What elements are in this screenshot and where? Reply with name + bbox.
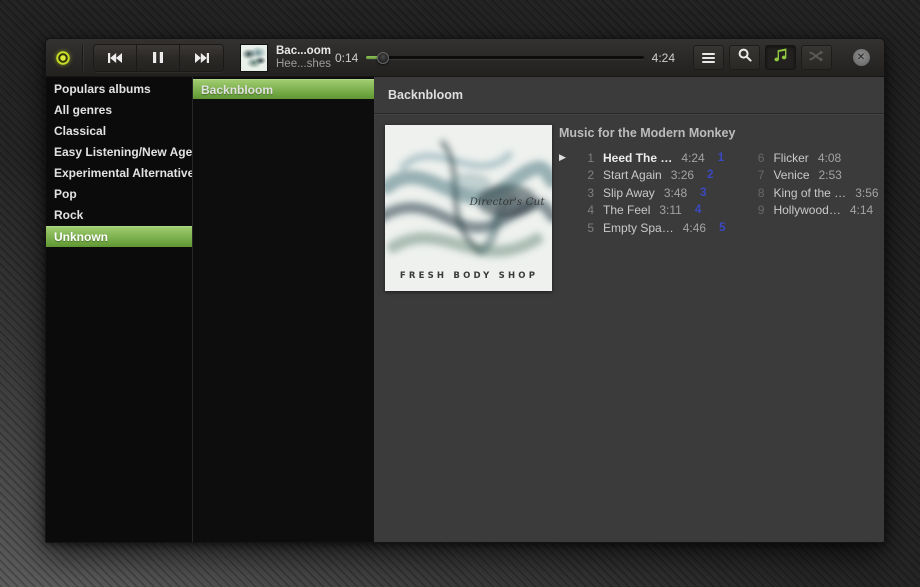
now-playing-thumbnail[interactable] xyxy=(240,44,268,72)
library-button[interactable] xyxy=(765,45,796,70)
sidebar-item-rock[interactable]: Rock xyxy=(46,205,192,226)
sidebar-item-pop[interactable]: Pop xyxy=(46,184,192,205)
record-icon xyxy=(56,51,70,65)
track-number: 7 xyxy=(751,168,764,182)
transport-controls xyxy=(93,44,224,72)
skip-back-icon xyxy=(108,53,122,63)
seek-slider[interactable] xyxy=(366,52,643,64)
track-title: The Feel xyxy=(603,203,650,217)
playlist-menu-icon xyxy=(702,53,715,63)
pause-icon xyxy=(153,52,163,63)
desktop-wallpaper: { "toolbar": { "now_playing": { "title":… xyxy=(0,0,920,587)
album-art-band-text: FRESH BODY SHOP xyxy=(400,271,538,281)
sidebar-item-experimental[interactable]: Experimental Alternative xyxy=(46,163,192,184)
track-row[interactable]: 4 The Feel 3:11 4 xyxy=(559,202,725,220)
track-duration: 3:26 xyxy=(671,168,694,182)
now-playing-info: Bac...oom Hee...shes xyxy=(276,45,331,71)
queue-badge: 5 xyxy=(719,222,725,234)
album-detail-panel: Backnbloom xyxy=(374,77,884,542)
track-row[interactable]: 6 Flicker 4:08 xyxy=(751,149,878,167)
next-button[interactable] xyxy=(180,45,223,71)
album-art[interactable]: Director's Cut FRESH BODY SHOP xyxy=(385,125,552,291)
track-row[interactable]: 9 Hollywood… 4:14 xyxy=(751,202,878,220)
track-number: 3 xyxy=(581,186,594,200)
search-icon xyxy=(738,48,752,67)
track-duration: 3:11 xyxy=(659,203,681,217)
track-duration: 4:14 xyxy=(850,203,873,217)
track-number: 6 xyxy=(751,151,764,165)
toolbar-buttons xyxy=(693,45,832,70)
track-title: Venice xyxy=(773,168,809,182)
track-row[interactable]: ▶ 1 Heed The … 4:24 1 xyxy=(559,149,725,167)
sidebar-item-unknown[interactable]: Unknown xyxy=(46,226,192,247)
track-duration: 3:56 xyxy=(855,186,878,200)
track-row[interactable]: 8 King of the … 3:56 xyxy=(751,184,878,202)
track-column-left: ▶ 1 Heed The … 4:24 1 2 Start Again 3:26 xyxy=(559,149,725,237)
track-title: Flicker xyxy=(773,151,808,165)
track-title: Hollywood… xyxy=(773,203,840,217)
album-info: Music for the Modern Monkey ▶ 1 Heed The… xyxy=(552,125,874,291)
album-art-script-text: Director's Cut xyxy=(468,196,545,208)
sidebar-item-populars-albums[interactable]: Populars albums xyxy=(46,79,192,100)
track-duration: 4:08 xyxy=(818,151,841,165)
queue-badge: 1 xyxy=(718,152,724,164)
track-number: 1 xyxy=(581,151,594,165)
track-duration: 4:46 xyxy=(683,221,706,235)
previous-button[interactable] xyxy=(94,45,137,71)
track-number: 2 xyxy=(581,168,594,182)
queue-badge: 2 xyxy=(707,169,713,181)
sidebar-item-classical[interactable]: Classical xyxy=(46,121,192,142)
track-title: Slip Away xyxy=(603,186,655,200)
track-number: 8 xyxy=(751,186,764,200)
content-area: Populars albums All genres Classical Eas… xyxy=(46,77,884,542)
track-number: 9 xyxy=(751,203,764,217)
seek-track xyxy=(366,56,643,59)
album-section: Director's Cut FRESH BODY SHOP Music for… xyxy=(374,114,884,291)
shuffle-button[interactable] xyxy=(801,45,832,70)
track-number: 5 xyxy=(581,221,594,235)
shuffle-icon xyxy=(809,49,824,67)
track-duration: 2:53 xyxy=(819,168,842,182)
toolbar-separator xyxy=(82,45,83,71)
queue-badge: 4 xyxy=(695,204,701,216)
music-player-window: Bac...oom Hee...shes 0:14 4:24 xyxy=(45,38,885,543)
track-title: Start Again xyxy=(603,168,662,182)
track-row[interactable]: 5 Empty Spa… 4:46 5 xyxy=(559,219,725,237)
skip-forward-icon xyxy=(195,53,209,63)
album-list-item-backnbloom[interactable]: Backnbloom xyxy=(193,79,374,99)
queue-badge: 3 xyxy=(700,187,706,199)
now-playing-title: Bac...oom xyxy=(276,45,331,58)
seek-handle[interactable] xyxy=(377,52,389,64)
playing-indicator-icon: ▶ xyxy=(559,152,581,163)
track-duration: 4:24 xyxy=(681,151,704,165)
track-title: Heed The … xyxy=(603,151,672,165)
close-icon: ✕ xyxy=(853,49,870,66)
track-row[interactable]: 7 Venice 2:53 xyxy=(751,167,878,185)
album-detail-header: Backnbloom xyxy=(374,77,884,114)
music-notes-icon xyxy=(773,48,788,67)
album-title: Music for the Modern Monkey xyxy=(559,126,874,140)
now-playing-subtitle: Hee...shes xyxy=(276,58,331,71)
playlist-menu-button[interactable] xyxy=(693,45,724,70)
track-list: ▶ 1 Heed The … 4:24 1 2 Start Again 3:26 xyxy=(559,149,874,237)
track-column-right: 6 Flicker 4:08 7 Venice 2:53 8 xyxy=(751,149,878,237)
track-number: 4 xyxy=(581,203,594,217)
album-list: Backnbloom xyxy=(192,77,374,542)
track-row[interactable]: 2 Start Again 3:26 2 xyxy=(559,167,725,185)
elapsed-time: 0:14 xyxy=(335,51,358,65)
sidebar-item-easy-listening[interactable]: Easy Listening/New Age xyxy=(46,142,192,163)
close-button[interactable]: ✕ xyxy=(848,45,874,71)
search-button[interactable] xyxy=(729,45,760,70)
track-duration: 3:48 xyxy=(664,186,687,200)
seek-progress xyxy=(366,56,383,59)
sidebar-item-all-genres[interactable]: All genres xyxy=(46,100,192,121)
genre-sidebar: Populars albums All genres Classical Eas… xyxy=(46,77,192,542)
toolbar: Bac...oom Hee...shes 0:14 4:24 xyxy=(46,39,884,77)
track-title: King of the … xyxy=(773,186,846,200)
pause-button[interactable] xyxy=(137,45,180,71)
track-row[interactable]: 3 Slip Away 3:48 3 xyxy=(559,184,725,202)
total-time: 4:24 xyxy=(652,51,675,65)
track-title: Empty Spa… xyxy=(603,221,674,235)
